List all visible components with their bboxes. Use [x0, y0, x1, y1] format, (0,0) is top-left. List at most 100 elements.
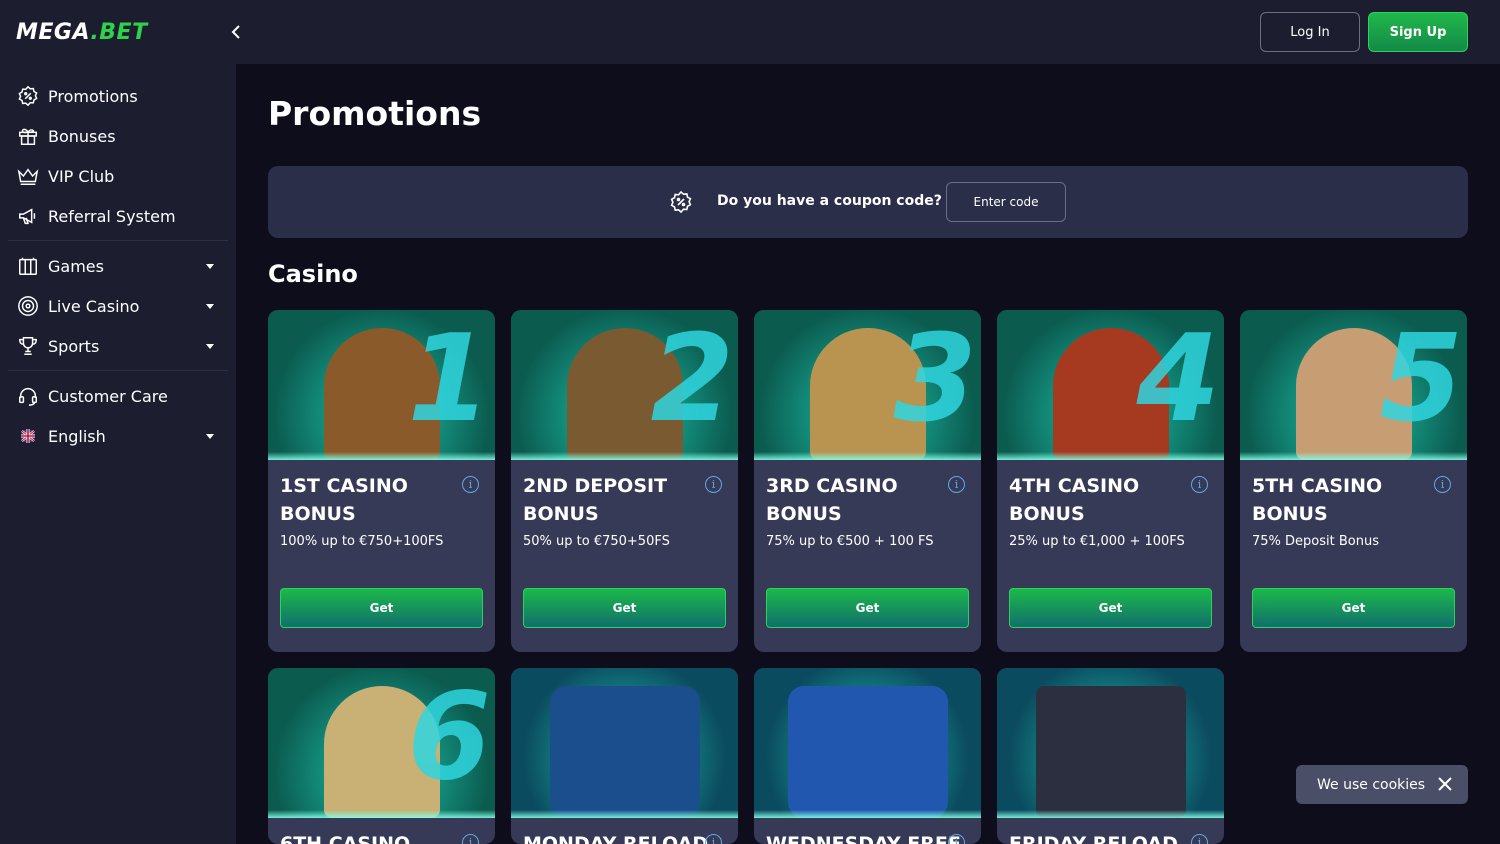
get-button[interactable]: Get [766, 588, 969, 628]
sidebar-item-referral-system[interactable]: Referral System [8, 196, 228, 236]
info-icon[interactable]: i [462, 834, 479, 844]
promo-card-number: 5 [1379, 310, 1464, 449]
promo-card-image[interactable] [754, 668, 981, 818]
promo-card-1: 1 1st Casino Bonus i 100% up to €750+100… [268, 310, 495, 652]
promo-badge-icon [16, 84, 40, 108]
chevron-down-icon[interactable] [206, 303, 214, 309]
trophy-icon [16, 334, 40, 358]
get-button[interactable]: Get [1252, 588, 1455, 628]
promo-card-image[interactable] [997, 668, 1224, 818]
promo-card-friday-reload: Friday Reload i [997, 668, 1224, 844]
info-icon[interactable]: i [705, 476, 722, 493]
brand-logo-part2: .BET [90, 20, 148, 45]
info-icon[interactable]: i [1434, 476, 1451, 493]
promo-card-description: 25% up to €1,000 + 100FS [1009, 534, 1185, 549]
sidebar-item-bonuses[interactable]: Bonuses [8, 116, 228, 156]
info-icon[interactable]: i [1191, 476, 1208, 493]
promo-card-title: Wednesday Free [766, 833, 961, 844]
uk-flag-icon [16, 424, 40, 448]
info-icon[interactable]: i [705, 834, 722, 844]
promo-card-image[interactable]: 1 [268, 310, 495, 460]
card-shine [268, 452, 495, 460]
top-bar: Log In Sign Up [212, 0, 1500, 64]
page-title: Promotions [268, 94, 482, 133]
sidebar-item-label: Games [48, 256, 104, 276]
promo-card-6: 6 6th Casino i [268, 668, 495, 844]
enter-code-button[interactable]: Enter code [946, 182, 1066, 222]
coupon-question: Do you have a coupon code? [717, 193, 942, 209]
promo-card-5: 5 5th Casino Bonus i 75% Deposit Bonus G… [1240, 310, 1467, 652]
info-icon[interactable]: i [948, 476, 965, 493]
promo-card-number: 6 [407, 668, 492, 807]
brand-logo-part1: MEGA [16, 20, 91, 45]
sidebar-item-label: English [48, 426, 106, 446]
promo-card-3: 3 3rd Casino Bonus i 75% up to €500 + 10… [754, 310, 981, 652]
sidebar-item-vip-club[interactable]: VIP Club [8, 156, 228, 196]
promo-card-title: 3rd Casino Bonus [766, 475, 898, 525]
games-grid-icon [16, 254, 40, 278]
promo-card-image[interactable]: 4 [997, 310, 1224, 460]
sidebar-item-label: VIP Club [48, 166, 115, 186]
promo-card-image[interactable]: 6 [268, 668, 495, 818]
coupon-badge-icon [669, 190, 693, 214]
promo-card-monday-reload: Monday Reload i [511, 668, 738, 844]
promo-card-4: 4 4th Casino Bonus i 25% up to €1,000 + … [997, 310, 1224, 652]
promo-card-title: Monday Reload [523, 833, 709, 844]
sidebar: MEGA.BET Promotions Bonuses VIP Club Ref… [0, 0, 236, 844]
get-button[interactable]: Get [280, 588, 483, 628]
chevron-down-icon[interactable] [206, 433, 214, 439]
sidebar-item-label: Bonuses [48, 126, 116, 146]
sidebar-item-sports[interactable]: Sports [8, 326, 228, 366]
info-icon[interactable]: i [1191, 834, 1208, 844]
sidebar-item-live-casino[interactable]: Live Casino [8, 286, 228, 326]
promo-card-title: 5th Casino Bonus [1252, 475, 1383, 525]
chevron-down-icon[interactable] [206, 263, 214, 269]
promo-card-description: 100% up to €750+100FS [280, 534, 444, 549]
promo-card-number: 1 [407, 310, 492, 449]
signup-button[interactable]: Sign Up [1368, 12, 1468, 52]
promo-card-title: 1st Casino Bonus [280, 475, 408, 525]
promo-card-title: 2nd Deposit Bonus [523, 475, 668, 525]
info-icon[interactable]: i [948, 834, 965, 844]
close-icon[interactable] [1436, 775, 1454, 793]
sidebar-item-label: Sports [48, 336, 100, 356]
get-button[interactable]: Get [1009, 588, 1212, 628]
sidebar-item-games[interactable]: Games [8, 246, 228, 286]
promo-card-image[interactable]: 3 [754, 310, 981, 460]
promo-card-number: 3 [893, 310, 978, 449]
sidebar-item-customer-care[interactable]: Customer Care [8, 376, 228, 416]
collapse-sidebar-button[interactable] [224, 20, 248, 44]
gift-icon [16, 124, 40, 148]
promo-card-art [787, 686, 948, 818]
info-icon[interactable]: i [462, 476, 479, 493]
promo-card-image[interactable]: 5 [1240, 310, 1467, 460]
promo-card-title: Friday Reload [1009, 833, 1178, 844]
headset-icon [16, 384, 40, 408]
sidebar-divider [8, 370, 228, 371]
get-button[interactable]: Get [523, 588, 726, 628]
promo-card-number: 4 [1136, 310, 1221, 449]
promo-card-image[interactable] [511, 668, 738, 818]
brand-logo[interactable]: MEGA.BET [16, 20, 148, 45]
sidebar-item-language[interactable]: English [8, 416, 228, 456]
promo-card-2: 2 2nd Deposit Bonus i 50% up to €750+50F… [511, 310, 738, 652]
card-shine [754, 810, 981, 818]
card-shine [997, 452, 1224, 460]
sidebar-item-label: Customer Care [48, 386, 168, 406]
roulette-icon [16, 294, 40, 318]
promo-card-art [549, 686, 700, 818]
crown-icon [16, 164, 40, 188]
promo-card-description: 50% up to €750+50FS [523, 534, 670, 549]
promo-card-wednesday-free: Wednesday Free i [754, 668, 981, 844]
login-button[interactable]: Log In [1260, 12, 1360, 52]
sidebar-item-label: Live Casino [48, 296, 140, 316]
sidebar-item-label: Referral System [48, 206, 176, 226]
megaphone-icon [16, 204, 40, 228]
sidebar-item-promotions[interactable]: Promotions [8, 76, 228, 116]
card-shine [997, 810, 1224, 818]
promo-card-image[interactable]: 2 [511, 310, 738, 460]
promo-card-title: 6th Casino [280, 833, 411, 844]
card-shine [1240, 452, 1467, 460]
chevron-down-icon[interactable] [206, 343, 214, 349]
section-title-casino: Casino [268, 260, 358, 288]
